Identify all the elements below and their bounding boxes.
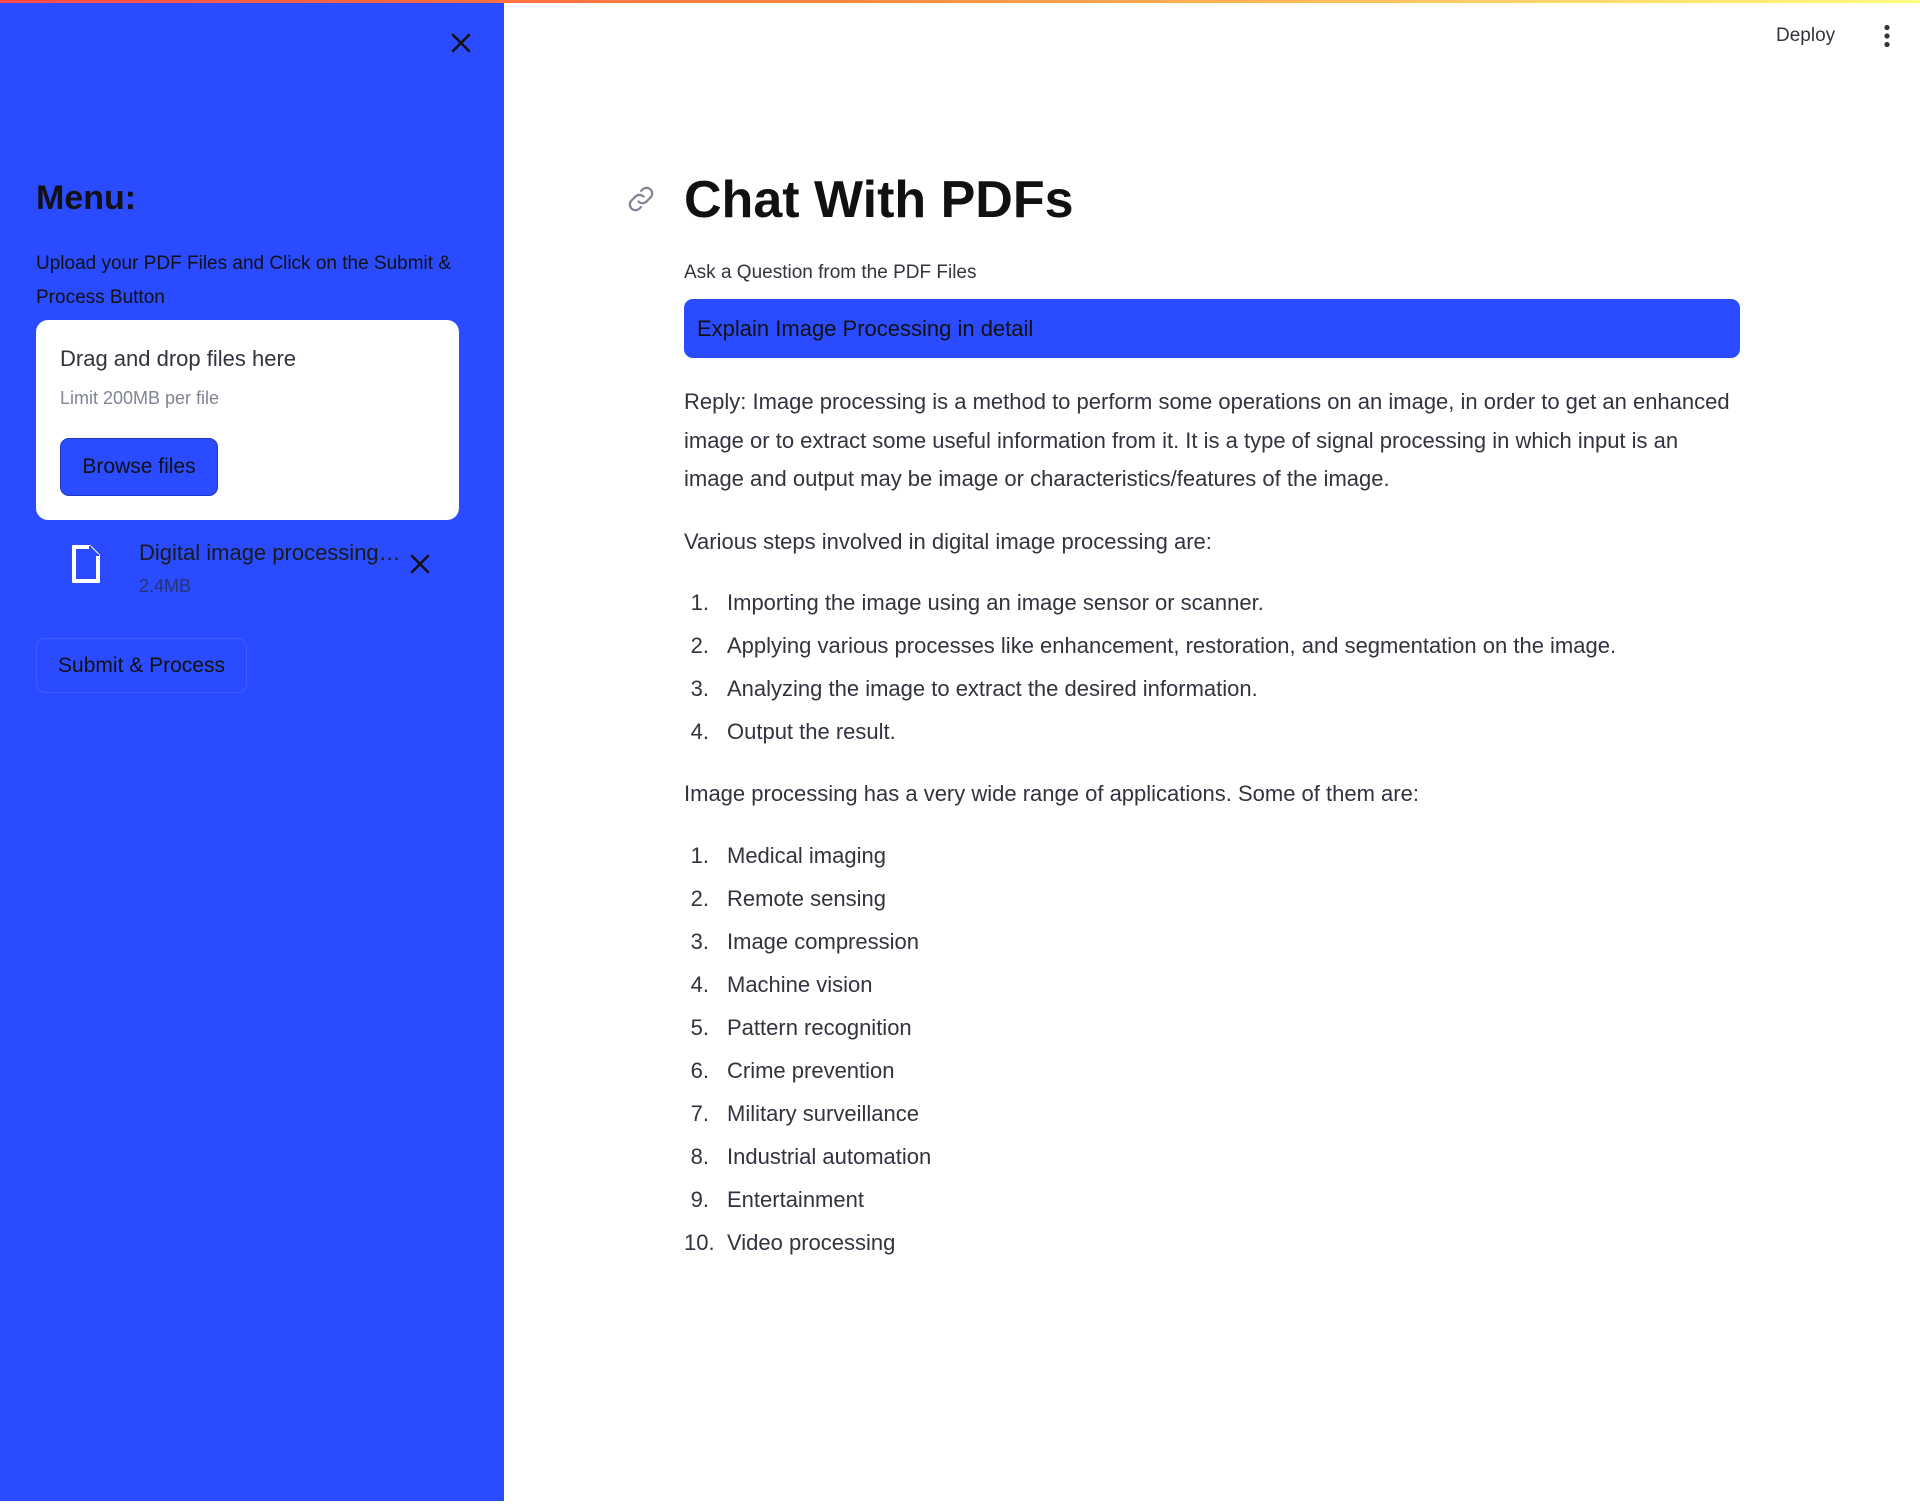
dropzone-limit: Limit 200MB per file <box>60 388 220 408</box>
steps-intro: Various steps involved in digital image … <box>684 528 1212 554</box>
file-icon <box>72 545 100 583</box>
list-item: 10. Video processing <box>684 1229 896 1255</box>
list-item: 1. Medical imaging <box>690 842 886 868</box>
question-input-label: Ask a Question from the PDF Files <box>684 262 977 283</box>
uploaded-file-size: 2.4MB <box>139 576 192 596</box>
file-dropzone[interactable]: Drag and drop files here Limit 200MB per… <box>36 320 459 520</box>
steps-list: 1. Importing the image using an image sen… <box>684 581 1734 753</box>
list-item: 9. Entertainment <box>690 1186 864 1212</box>
uploaded-file-name: Digital image processing.pdf <box>139 540 401 565</box>
list-item: 5. Pattern recognition <box>690 1014 912 1040</box>
question-input[interactable] <box>684 299 1740 358</box>
applications-list: 1. Medical imaging 2. Remote sensing 3. Ima… <box>684 834 1734 1264</box>
list-item: 2. Applying various processes like enhanc… <box>690 633 1617 658</box>
sidebar-close-button[interactable] <box>443 25 479 61</box>
more-vertical-icon <box>1884 24 1890 48</box>
list-item: 1. Importing the image using an image sen… <box>690 590 1264 615</box>
list-item: 8. Industrial automation <box>690 1143 932 1169</box>
sidebar: Menu: Upload your PDF Files and Click on… <box>0 3 504 1501</box>
main-menu-button[interactable] <box>1872 18 1902 54</box>
sidebar-description: Upload your PDF Files and Click on the S… <box>36 253 452 308</box>
page-title: Chat With PDFs <box>684 171 1074 229</box>
applications-intro: Image processing has a very wide range o… <box>684 781 1419 806</box>
remove-file-button[interactable] <box>404 548 436 580</box>
reply-content: Reply: Image processing is a method to p… <box>684 383 1734 1264</box>
list-item: 3. Analyzing the image to extract the des… <box>690 676 1258 701</box>
deploy-button[interactable]: Deploy <box>1768 18 1843 54</box>
close-icon <box>451 33 471 53</box>
list-item: 4. Machine vision <box>690 971 873 997</box>
top-decoration-bar <box>0 0 1920 3</box>
browse-files-button[interactable]: Browse files <box>60 438 218 496</box>
close-icon <box>410 554 430 574</box>
sidebar-title: Menu: <box>36 179 137 217</box>
uploaded-file-item: Digital image processing.pdf 2.4MB <box>36 530 459 600</box>
dropzone-instructions: Drag and drop files here <box>60 346 297 371</box>
reply-intro: Reply: Image processing is a method to p… <box>684 389 1730 491</box>
list-item: 7. Military surveillance <box>690 1100 919 1126</box>
submit-process-button[interactable]: Submit & Process <box>36 638 247 693</box>
link-icon[interactable] <box>626 184 656 214</box>
list-item: 4. Output the result. <box>690 719 896 744</box>
list-item: 3. Image compression <box>690 928 919 954</box>
list-item: 6. Crime prevention <box>690 1057 895 1083</box>
list-item: 2. Remote sensing <box>690 885 886 911</box>
